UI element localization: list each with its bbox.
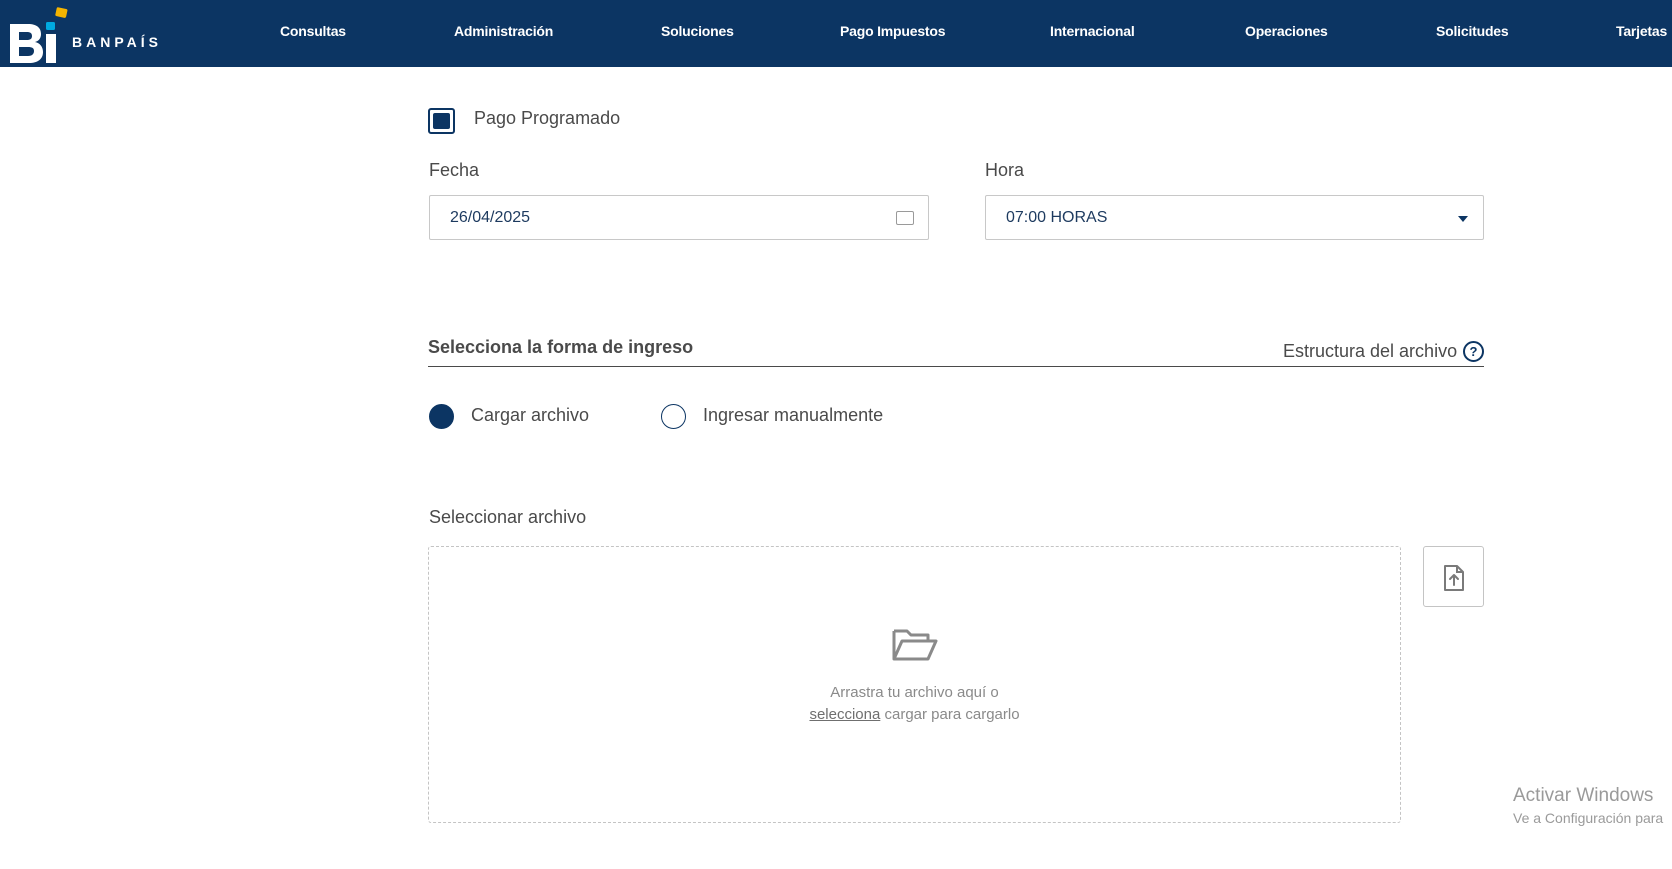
windows-activation-title: Activar Windows <box>1513 785 1654 806</box>
nav-operaciones[interactable]: Operaciones <box>1245 23 1328 39</box>
nav-administracion[interactable]: Administración <box>454 23 553 39</box>
file-structure-link[interactable]: Estructura del archivo <box>1283 341 1457 362</box>
calendar-icon[interactable] <box>896 211 914 225</box>
drop-instructions: Arrastra tu archivo aquí o <box>830 684 999 701</box>
drop-suffix: cargar para cargarlo <box>880 706 1020 723</box>
logo-wordmark: BANPAÍS <box>72 34 162 50</box>
time-label: Hora <box>985 160 1025 180</box>
radio-manual-entry[interactable] <box>661 404 686 429</box>
chevron-down-icon <box>1458 216 1468 222</box>
nav-solicitudes[interactable]: Solicitudes <box>1436 23 1509 39</box>
select-file-label: Seleccionar archivo <box>429 507 587 527</box>
time-select[interactable]: 07:00 HORAS <box>985 195 1484 240</box>
entry-method-title: Selecciona la forma de ingreso <box>428 337 694 357</box>
radio-upload-file-label[interactable]: Cargar archivo <box>471 405 589 426</box>
file-upload-icon <box>1444 565 1464 591</box>
date-field[interactable]: 26/04/2025 <box>429 195 929 240</box>
select-file-link[interactable]: selecciona <box>809 706 880 723</box>
drop-instructions-line2: selecciona cargar para cargarlo <box>429 706 1400 723</box>
file-dropzone[interactable]: Arrastra tu archivo aquí o selecciona ca… <box>428 546 1401 823</box>
section-divider <box>428 366 1484 367</box>
bi-logo-icon <box>10 7 68 63</box>
nav-pago-impuestos[interactable]: Pago Impuestos <box>840 23 946 39</box>
help-icon[interactable]: ? <box>1463 341 1484 362</box>
top-nav-bar: BANPAÍS Consultas Administración Solucio… <box>0 0 1672 67</box>
scheduled-payment-label: Pago Programado <box>474 108 621 128</box>
nav-internacional[interactable]: Internacional <box>1050 23 1135 39</box>
time-value: 07:00 HORAS <box>1006 209 1108 226</box>
radio-manual-entry-label[interactable]: Ingresar manualmente <box>703 405 883 426</box>
nav-tarjetas[interactable]: Tarjetas <box>1616 23 1667 39</box>
nav-consultas[interactable]: Consultas <box>280 23 346 39</box>
nav-soluciones[interactable]: Soluciones <box>661 23 734 39</box>
open-folder-icon <box>892 629 938 661</box>
date-value: 26/04/2025 <box>450 209 531 226</box>
windows-activation-subtitle: Ve a Configuración para <box>1513 810 1664 826</box>
upload-file-button[interactable] <box>1423 546 1484 607</box>
radio-upload-file[interactable] <box>429 404 454 429</box>
banpais-logo[interactable] <box>6 4 70 64</box>
date-label: Fecha <box>429 160 480 180</box>
scheduled-payment-checkbox[interactable] <box>428 108 455 134</box>
checkbox-checked-mark <box>433 113 450 129</box>
